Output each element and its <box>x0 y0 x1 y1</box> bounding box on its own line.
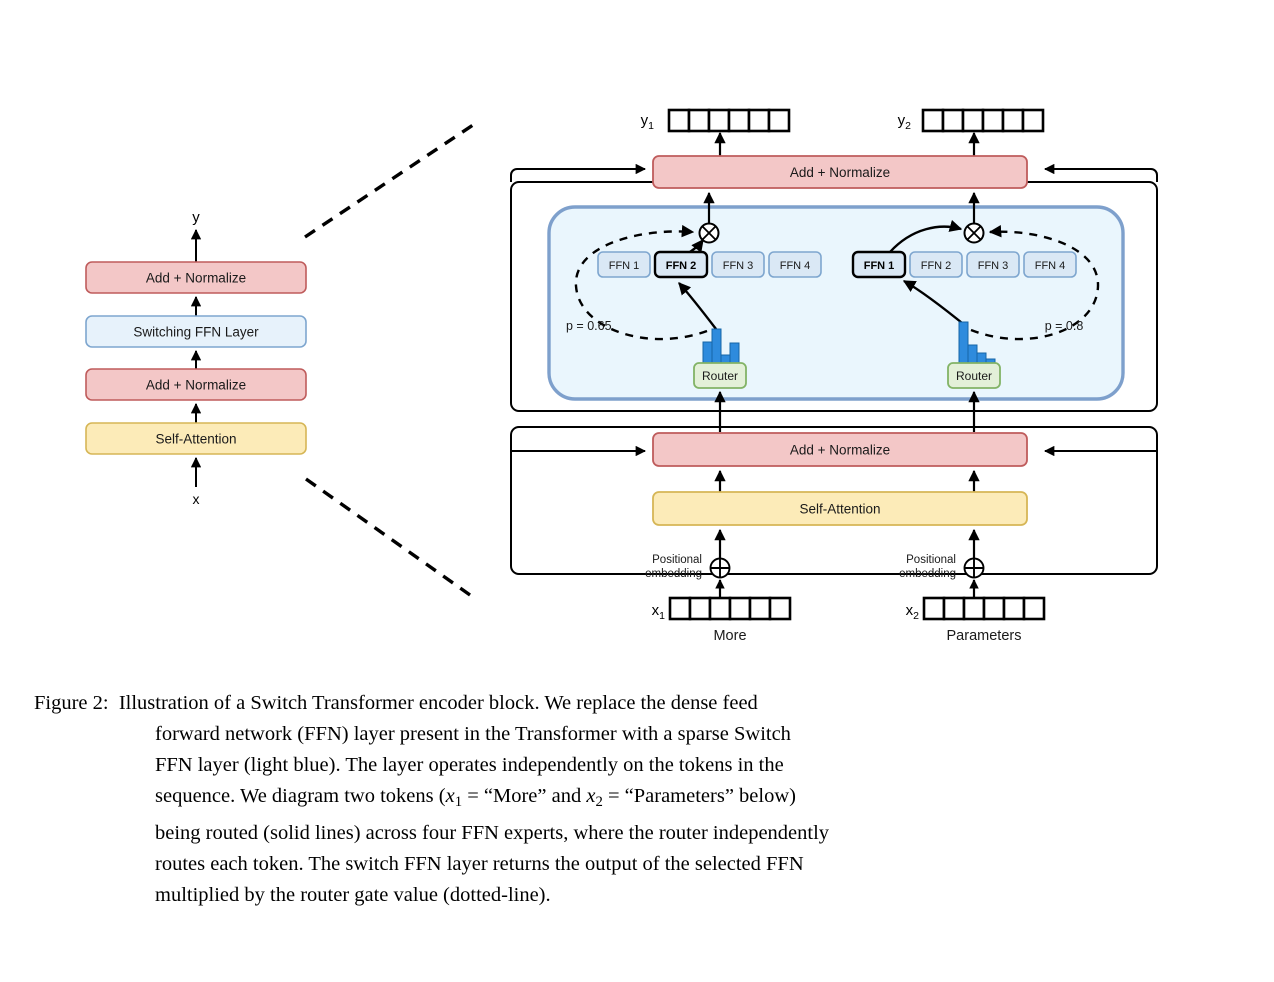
guide-line-top <box>304 121 477 239</box>
guide-line-bottom <box>305 477 471 597</box>
caption-line-1: Figure 2: Illustration of a Switch Trans… <box>34 688 1234 719</box>
add-normalize-top-label: Add + Normalize <box>790 165 890 180</box>
caption-text-7: multiplied by the router gate value (dot… <box>155 884 551 907</box>
caption-token-1-word: More <box>492 785 538 807</box>
output-label-y1: y1 <box>641 112 655 132</box>
expert-label-ffn2-token2: FFN 2 <box>921 260 952 272</box>
y1-cells <box>667 108 791 133</box>
output-token-vector-y2: y2 <box>898 108 1045 133</box>
figure-number: Figure 2: <box>34 692 109 714</box>
router-label-token-2: Router <box>956 369 992 383</box>
router-bar-token2-0 <box>958 321 969 364</box>
caption-math-x2: x2 <box>586 785 603 811</box>
input-label-x2: x2 <box>906 602 920 622</box>
caption-line-6: routes each token. The switch FFN layer … <box>34 849 1234 880</box>
positional-embedding-label-1b: embedding <box>645 568 702 580</box>
expert-label-ffn4-token1: FFN 4 <box>780 260 811 272</box>
caption-line-2: forward network (FFN) layer present in t… <box>34 719 1234 750</box>
expert-label-ffn3-token1: FFN 3 <box>723 260 754 272</box>
caption-text-5: being routed (solid lines) across four F… <box>155 822 830 845</box>
gate-probability-token-2: p = 0.8 <box>1045 319 1084 333</box>
router-bar-token1-3 <box>729 342 740 364</box>
router-bar-token1-0 <box>702 341 713 364</box>
positional-embedding-adder-1 <box>709 557 731 579</box>
caption-text-6: routes each token. The switch FFN layer … <box>155 853 804 876</box>
caption-line-5: being routed (solid lines) across four F… <box>34 818 1234 849</box>
positional-embedding-label-2b: embedding <box>899 568 956 580</box>
caption-text-2: forward network (FFN) layer present in t… <box>155 723 791 745</box>
caption-token-2-word: Parameters <box>633 785 725 807</box>
self-attention-label: Self-Attention <box>799 502 880 517</box>
left-block-self-attention-label: Self-Attention <box>155 432 236 447</box>
input-word-token-1: More <box>713 628 746 644</box>
router-bar-token2-2 <box>976 352 987 364</box>
caption-line-7: multiplied by the router gate value (dot… <box>34 880 1234 911</box>
expert-label-ffn3-token2: FFN 3 <box>978 260 1009 272</box>
x1-cells <box>668 596 792 621</box>
caption-line-3: FFN layer (light blue). The layer operat… <box>34 750 1234 781</box>
caption-line-4: sequence. We diagram two tokens (x1 = “M… <box>155 785 796 811</box>
left-block-add-normalize-bottom-label: Add + Normalize <box>146 378 246 393</box>
expert-label-ffn1-token1: FFN 1 <box>609 260 640 272</box>
expert-label-ffn1-token2: FFN 1 <box>864 260 895 272</box>
residual-arrow-upper-right <box>1043 163 1158 182</box>
caption-text-1: Illustration of a Switch Transformer enc… <box>118 692 758 714</box>
caption-text-3: FFN layer (light blue). The layer operat… <box>155 754 784 776</box>
expert-label-ffn4-token2: FFN 4 <box>1035 260 1066 272</box>
router-label-token-1: Router <box>702 369 738 383</box>
router-bar-token1-1 <box>711 328 722 364</box>
left-output-label: y <box>192 209 200 226</box>
input-branch-token-1: Positional embedding x1 More <box>645 528 792 644</box>
left-dense-block: y Add + Normalize Switching FFN Layer Ad… <box>85 209 307 507</box>
left-block-add-normalize-top-label: Add + Normalize <box>146 271 246 286</box>
y2-cells <box>921 108 1045 133</box>
positional-embedding-adder-2 <box>963 557 985 579</box>
x2-cells <box>922 596 1046 621</box>
expansion-guides <box>304 121 477 597</box>
left-input-label: x <box>193 491 200 507</box>
input-branch-token-2: Positional embedding x2 Parameters <box>899 528 1046 644</box>
positional-embedding-label-2a: Positional <box>906 554 956 566</box>
expert-label-ffn2-token1: FFN 2 <box>666 260 697 272</box>
output-label-y2: y2 <box>898 112 912 132</box>
router-bar-token1-2 <box>720 354 731 364</box>
residual-arrow-upper-left <box>510 163 647 182</box>
input-word-token-2: Parameters <box>947 628 1022 644</box>
output-token-vector-y1: y1 <box>641 108 791 133</box>
router-bar-token2-1 <box>967 344 978 364</box>
input-label-x1: x1 <box>652 602 666 622</box>
right-expanded-block: y1 y2 Add + Normalize FFN 1 FFN 2 FFN 3 … <box>510 108 1158 644</box>
gate-probability-token-1: p = 0.65 <box>566 319 612 333</box>
left-block-switching-ffn-label: Switching FFN Layer <box>133 325 259 340</box>
positional-embedding-label-1a: Positional <box>652 554 702 566</box>
caption-math-x1: x1 <box>445 785 463 811</box>
gate-multiply-token-2 <box>963 222 985 244</box>
figure-caption: Figure 2: Illustration of a Switch Trans… <box>34 688 1234 911</box>
add-normalize-bottom-label: Add + Normalize <box>790 443 890 458</box>
